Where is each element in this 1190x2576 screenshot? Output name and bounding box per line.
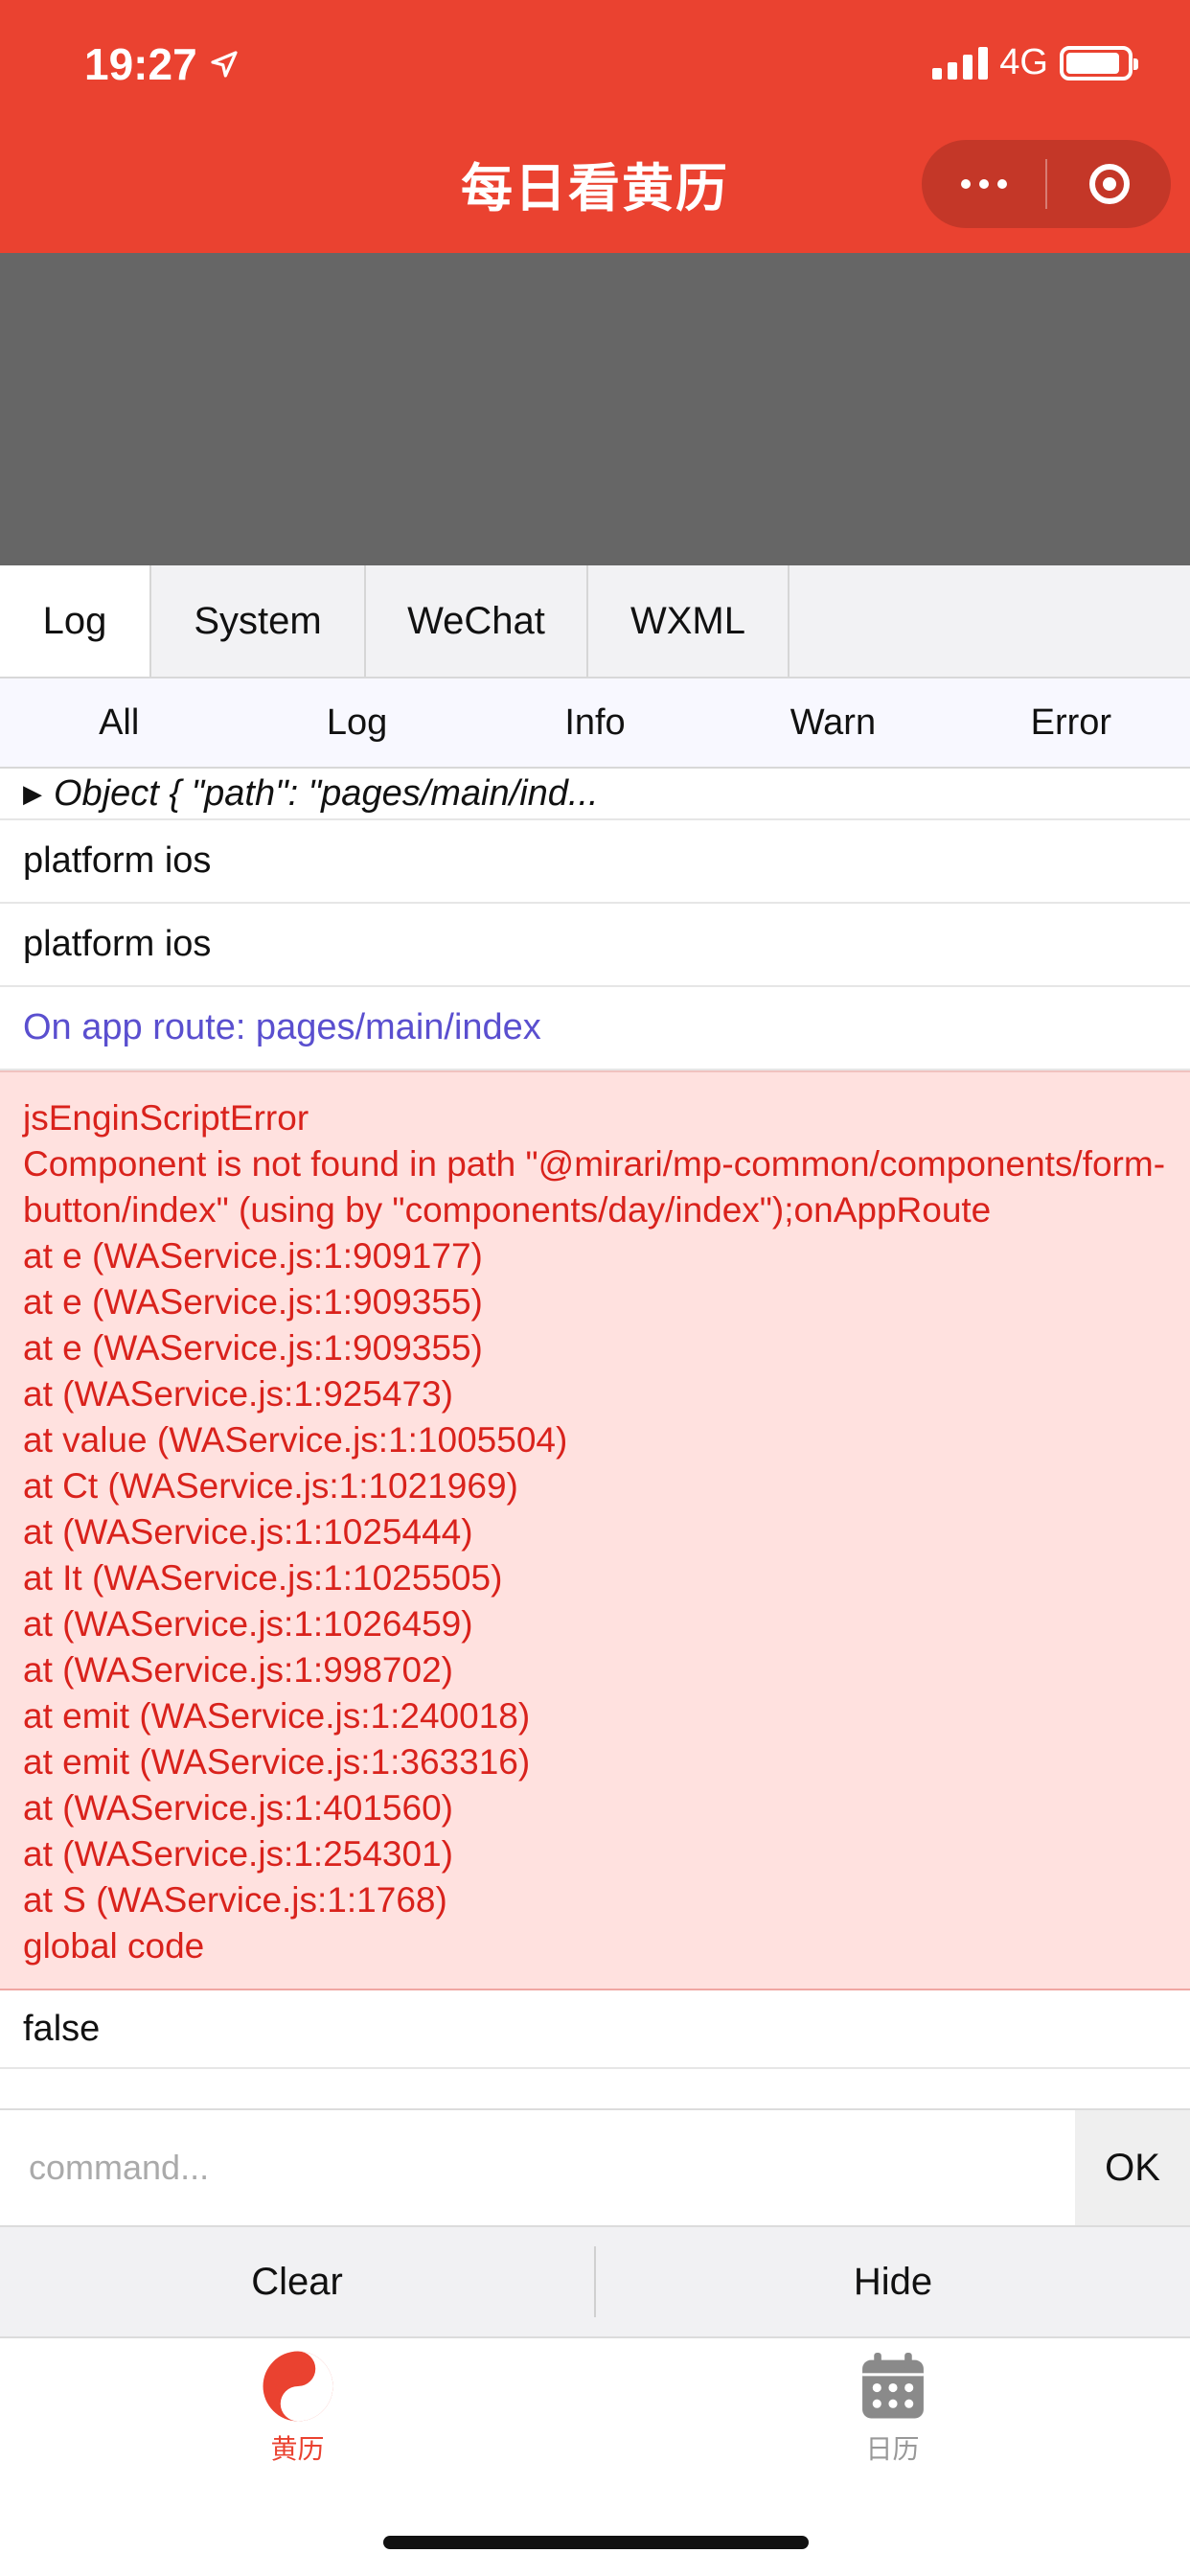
error-line: at S (WAService.js:1:1768): [23, 1880, 447, 1920]
error-line: at emit (WAService.js:1:240018): [23, 1696, 531, 1736]
log-route-row: On app route: pages/main/index: [0, 987, 1190, 1070]
calendar-icon: [861, 2353, 924, 2419]
error-line: at value (WAService.js:1:1005504): [23, 1420, 568, 1460]
error-line: at e (WAService.js:1:909177): [23, 1236, 483, 1276]
tab-system[interactable]: System: [151, 565, 366, 677]
hide-button[interactable]: Hide: [596, 2227, 1190, 2336]
more-button[interactable]: [922, 140, 1045, 228]
tabbar-label: 日历: [865, 2434, 920, 2464]
filter-log[interactable]: Log: [238, 678, 475, 767]
network-label: 4G: [999, 42, 1048, 82]
log-list[interactable]: ▶ Object { "path": "pages/main/ind... pl…: [0, 769, 1190, 2108]
tabbar-label: 黄历: [270, 2434, 325, 2464]
filter-info[interactable]: Info: [476, 678, 714, 767]
home-indicator[interactable]: [383, 2536, 809, 2549]
tab-wxml[interactable]: WXML: [588, 565, 790, 677]
ok-button[interactable]: OK: [1075, 2110, 1190, 2225]
log-row: platform ios: [0, 820, 1190, 904]
page-content-area: [0, 253, 1190, 565]
error-line: at Ct (WAService.js:1:1021969): [23, 1466, 518, 1506]
filter-error[interactable]: Error: [952, 678, 1190, 767]
console-tabs: Log System WeChat WXML: [0, 565, 1190, 678]
error-line: global code: [23, 1926, 205, 1966]
miniprogram-capsule: [922, 140, 1171, 228]
log-error-block: jsEnginScriptError Component is not foun…: [0, 1070, 1190, 1990]
tab-wechat[interactable]: WeChat: [366, 565, 588, 677]
error-line: at (WAService.js:1:1026459): [23, 1604, 473, 1644]
status-time-text: 19:27: [84, 39, 197, 89]
log-row: platform ios: [0, 904, 1190, 987]
expand-triangle-icon[interactable]: ▶: [23, 779, 42, 809]
error-line: at (WAService.js:1:401560): [23, 1788, 453, 1828]
top-bar: 19:27 4G 每日看黄历: [0, 0, 1190, 253]
console-actions: Clear Hide: [0, 2225, 1190, 2338]
error-line: at (WAService.js:1:254301): [23, 1834, 453, 1874]
yin-yang-icon: [263, 2351, 332, 2422]
error-line: at It (WAService.js:1:1025505): [23, 1558, 503, 1598]
log-row: false: [0, 1990, 1190, 2069]
status-time: 19:27: [84, 38, 240, 90]
more-dots-icon: [960, 179, 1007, 189]
signal-icon: [932, 46, 989, 80]
command-input[interactable]: [0, 2110, 1075, 2225]
error-line: at (WAService.js:1:1025444): [23, 1512, 473, 1552]
error-line: at e (WAService.js:1:909355): [23, 1328, 483, 1368]
status-indicators: 4G: [932, 42, 1138, 83]
battery-icon: [1060, 45, 1138, 80]
log-filters: All Log Info Warn Error: [0, 678, 1190, 769]
log-object-row[interactable]: ▶ Object { "path": "pages/main/ind...: [0, 769, 1190, 820]
error-line: at emit (WAService.js:1:363316): [23, 1742, 531, 1782]
clear-button[interactable]: Clear: [0, 2227, 594, 2336]
tab-log[interactable]: Log: [0, 565, 151, 677]
error-line: Component is not found in path "@mirari/…: [23, 1144, 1166, 1230]
close-miniprogram-button[interactable]: [1047, 140, 1171, 228]
error-line: at (WAService.js:1:925473): [23, 1374, 453, 1414]
error-line: at e (WAService.js:1:909355): [23, 1282, 483, 1322]
filter-warn[interactable]: Warn: [714, 678, 951, 767]
object-preview-text: Object { "path": "pages/main/ind...: [54, 772, 599, 814]
filter-all[interactable]: All: [0, 678, 238, 767]
error-line: at (WAService.js:1:998702): [23, 1650, 453, 1690]
command-bar: OK: [0, 2108, 1190, 2225]
error-line: jsEnginScriptError: [23, 1098, 309, 1138]
target-circle-icon: [1088, 164, 1130, 204]
location-arrow-icon: [211, 51, 238, 78]
